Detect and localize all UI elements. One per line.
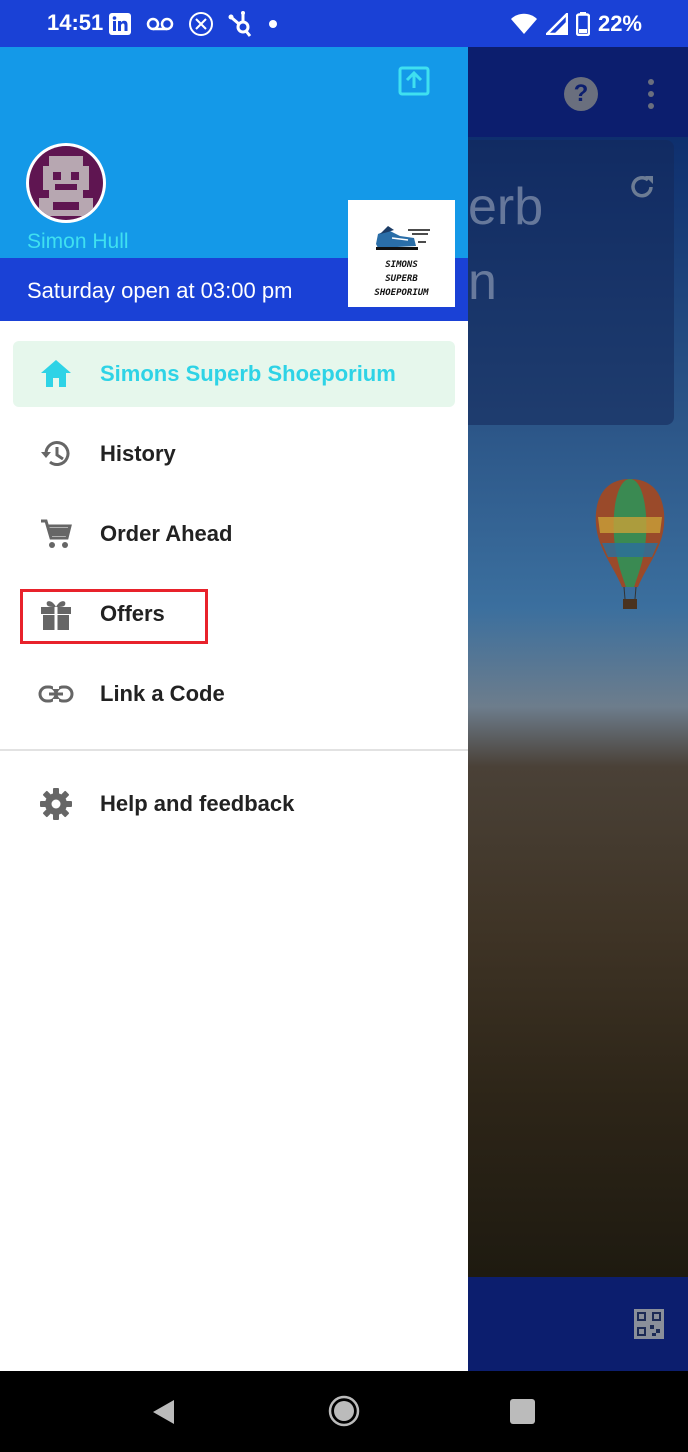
offers-highlight-box: [20, 589, 208, 644]
navigation-drawer: Simon Hull Saturday open at 03:00 pm SIM…: [0, 47, 468, 1371]
menu-divider: [0, 749, 468, 751]
menu-item-store[interactable]: Simons Superb Shoeporium: [13, 341, 455, 407]
dot-icon: [269, 20, 277, 28]
recent-apps-icon[interactable]: [510, 1399, 535, 1424]
cell-signal-icon: [545, 13, 568, 35]
menu-item-link-code[interactable]: Link a Code: [13, 661, 455, 727]
menu-item-label: Help and feedback: [100, 791, 295, 816]
qr-code-icon: [634, 1309, 664, 1339]
battery-percent: 22%: [597, 11, 642, 36]
store-logo-text: SIMONS SUPERB SHOEPORIUM: [374, 260, 429, 298]
cart-icon: [41, 519, 72, 548]
pixel-avatar-image: [39, 156, 93, 216]
hubspot-icon: [228, 11, 252, 37]
help-icon: ?: [564, 77, 598, 111]
menu-item-history[interactable]: History: [13, 421, 455, 487]
system-navigation-bar: [0, 1371, 688, 1452]
store-logo: SIMONS SUPERB SHOEPORIUM: [348, 200, 455, 307]
opening-hours-text: Saturday open at 03:00 pm: [27, 278, 293, 303]
system-icons: 22%: [510, 9, 642, 39]
notification-icons: [108, 9, 278, 39]
linkedin-icon: [109, 13, 131, 35]
share-upload-icon[interactable]: [398, 64, 432, 98]
voicemail-icon: [146, 17, 174, 31]
link-icon: [38, 685, 74, 703]
menu-item-help-feedback[interactable]: Help and feedback: [13, 771, 455, 837]
menu-item-order-ahead[interactable]: Order Ahead: [13, 501, 455, 567]
shoe-logo-image: [376, 226, 430, 250]
home-icon: [41, 360, 71, 387]
gear-icon: [40, 788, 72, 820]
clock: 14:51: [47, 10, 104, 35]
menu-item-label: Link a Code: [100, 681, 225, 706]
background-app-scrim[interactable]: ? erb n: [468, 47, 688, 1371]
store-subtitle-partial: n: [468, 253, 497, 311]
history-icon: [41, 441, 70, 466]
home-nav-icon[interactable]: [328, 1395, 360, 1427]
hot-air-balloon-image: [595, 479, 665, 609]
store-title-partial: erb: [468, 178, 544, 236]
menu-item-label: History: [100, 441, 176, 466]
battery-icon: [575, 12, 590, 36]
user-name: Simon Hull: [27, 230, 129, 253]
status-bar: 14:51 22%: [0, 0, 688, 47]
menu-item-label: Order Ahead: [100, 521, 233, 546]
wifi-icon: [510, 13, 537, 34]
menu-item-label: Simons Superb Shoeporium: [100, 361, 396, 386]
circle-x-icon: [189, 12, 213, 36]
avatar[interactable]: [26, 143, 106, 223]
back-icon[interactable]: [150, 1398, 178, 1426]
more-vert-icon: [646, 77, 656, 111]
refresh-icon: [631, 175, 653, 198]
